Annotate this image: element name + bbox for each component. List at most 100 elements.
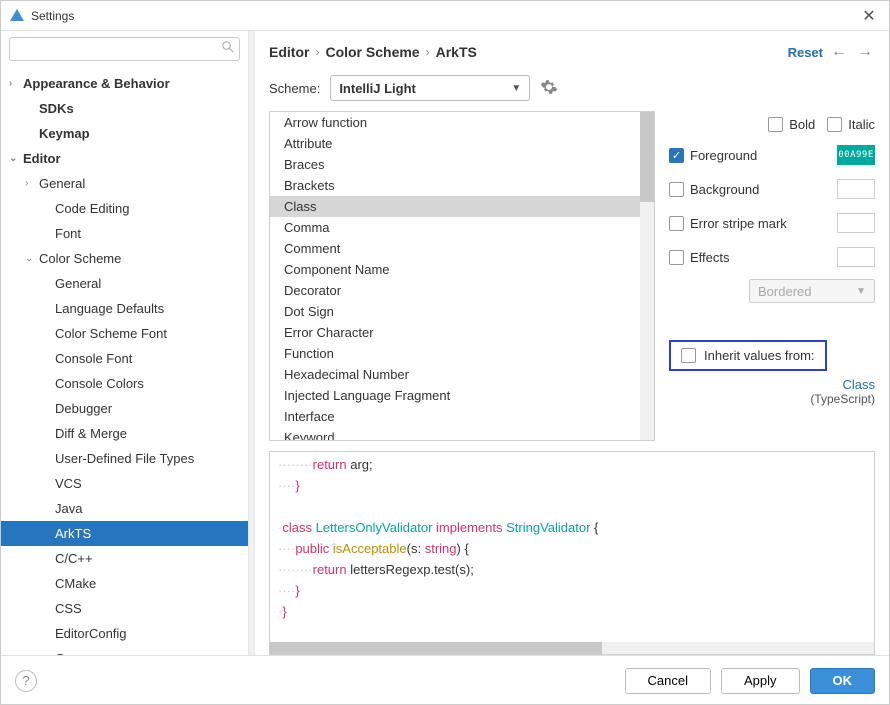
caret-down-icon: ▼ bbox=[511, 83, 521, 94]
tree-item[interactable]: ⌄Editor bbox=[1, 146, 248, 171]
inherit-values-checkbox[interactable]: Inherit values from: bbox=[669, 340, 827, 371]
main-panel: Editor › Color Scheme › ArkTS Reset ← → … bbox=[255, 31, 889, 655]
tree-item[interactable]: Console Colors bbox=[1, 371, 248, 396]
attribute-item[interactable]: Dot Sign bbox=[270, 301, 640, 322]
attribute-item[interactable]: Comma bbox=[270, 217, 640, 238]
tree-item[interactable]: Diff & Merge bbox=[1, 421, 248, 446]
tree-item-label: VCS bbox=[55, 476, 82, 491]
window-title: Settings bbox=[31, 9, 857, 23]
tree-item[interactable]: Keymap bbox=[1, 121, 248, 146]
inherit-source-sub: (TypeScript) bbox=[669, 392, 875, 406]
tree-item[interactable]: SDKs bbox=[1, 96, 248, 121]
tree-item[interactable]: CMake bbox=[1, 571, 248, 596]
tree-item-label: CSS bbox=[55, 601, 82, 616]
attribute-item[interactable]: Arrow function bbox=[270, 112, 640, 133]
attribute-item[interactable]: Braces bbox=[270, 154, 640, 175]
tree-item-label: Appearance & Behavior bbox=[23, 76, 170, 91]
error-stripe-swatch[interactable] bbox=[837, 213, 875, 233]
foreground-checkbox[interactable]: ✓Foreground bbox=[669, 148, 757, 163]
scrollbar-horizontal[interactable] bbox=[270, 642, 874, 654]
tree-item-label: C/C++ bbox=[55, 551, 93, 566]
code-preview[interactable]: ········return arg; ····} ·class Letters… bbox=[269, 451, 875, 655]
tree-item-label: Diff & Merge bbox=[55, 426, 127, 441]
crumb-arkts: ArkTS bbox=[436, 44, 477, 60]
search-icon bbox=[222, 41, 234, 53]
error-stripe-checkbox[interactable]: Error stripe mark bbox=[669, 216, 787, 231]
chevron-down-icon: ⌄ bbox=[9, 153, 23, 164]
tree-item-label: Debugger bbox=[55, 401, 112, 416]
background-checkbox[interactable]: Background bbox=[669, 182, 759, 197]
tree-item[interactable]: User-Defined File Types bbox=[1, 446, 248, 471]
bold-checkbox[interactable]: Bold bbox=[768, 117, 815, 132]
tree-item[interactable]: C/C++ bbox=[1, 546, 248, 571]
tree-item[interactable]: Language Defaults bbox=[1, 296, 248, 321]
tree-item[interactable]: Font bbox=[1, 221, 248, 246]
scrollbar-thumb[interactable] bbox=[640, 112, 654, 202]
scheme-select[interactable]: IntelliJ Light ▼ bbox=[330, 75, 530, 101]
attribute-item[interactable]: Interface bbox=[270, 406, 640, 427]
tree-item[interactable]: Java bbox=[1, 496, 248, 521]
forward-button[interactable]: → bbox=[855, 43, 875, 61]
settings-tree[interactable]: ›Appearance & BehaviorSDKsKeymap⌄Editor›… bbox=[1, 67, 248, 655]
background-swatch[interactable] bbox=[837, 179, 875, 199]
tree-item-label: Editor bbox=[23, 151, 61, 166]
tree-item[interactable]: EditorConfig bbox=[1, 621, 248, 646]
attribute-item[interactable]: Keyword bbox=[270, 427, 640, 440]
tree-item[interactable]: ArkTS bbox=[1, 521, 248, 546]
attribute-item[interactable]: Injected Language Fragment bbox=[270, 385, 640, 406]
attribute-item[interactable]: Brackets bbox=[270, 175, 640, 196]
attribute-item[interactable]: Class bbox=[270, 196, 640, 217]
cancel-button[interactable]: Cancel bbox=[625, 668, 711, 694]
effects-checkbox[interactable]: Effects bbox=[669, 250, 730, 265]
scrollbar-vertical[interactable] bbox=[640, 112, 654, 440]
attribute-item[interactable]: Error Character bbox=[270, 322, 640, 343]
tree-item-label: Font bbox=[55, 226, 81, 241]
tree-item[interactable]: VCS bbox=[1, 471, 248, 496]
tree-item[interactable]: CSS bbox=[1, 596, 248, 621]
tree-item[interactable]: Console Font bbox=[1, 346, 248, 371]
attribute-item[interactable]: Decorator bbox=[270, 280, 640, 301]
tree-item[interactable]: ›General bbox=[1, 171, 248, 196]
help-button[interactable]: ? bbox=[15, 670, 37, 692]
tree-item[interactable]: Code Editing bbox=[1, 196, 248, 221]
tree-item[interactable]: General bbox=[1, 271, 248, 296]
tree-item[interactable]: Groovy bbox=[1, 646, 248, 655]
tree-item-label: Color Scheme Font bbox=[55, 326, 167, 341]
crumb-editor[interactable]: Editor bbox=[269, 44, 309, 60]
scheme-value: IntelliJ Light bbox=[339, 81, 416, 96]
dialog-buttons: ? Cancel Apply OK bbox=[1, 655, 889, 705]
tree-item-label: Language Defaults bbox=[55, 301, 164, 316]
sidebar: ›Appearance & BehaviorSDKsKeymap⌄Editor›… bbox=[1, 31, 249, 655]
scrollbar-thumb[interactable] bbox=[270, 642, 602, 654]
tree-item[interactable]: ⌄Color Scheme bbox=[1, 246, 248, 271]
ok-button[interactable]: OK bbox=[810, 668, 876, 694]
gear-icon[interactable] bbox=[540, 78, 560, 98]
attribute-item[interactable]: Hexadecimal Number bbox=[270, 364, 640, 385]
app-logo-icon bbox=[9, 8, 25, 24]
tree-item[interactable]: Color Scheme Font bbox=[1, 321, 248, 346]
effects-swatch[interactable] bbox=[837, 247, 875, 267]
attribute-item[interactable]: Component Name bbox=[270, 259, 640, 280]
tree-item-label: Console Font bbox=[55, 351, 132, 366]
chevron-right-icon: › bbox=[315, 45, 319, 59]
back-button[interactable]: ← bbox=[829, 43, 849, 61]
apply-button[interactable]: Apply bbox=[721, 668, 800, 694]
tree-item-label: General bbox=[55, 276, 101, 291]
inherit-source-link[interactable]: Class bbox=[669, 377, 875, 392]
foreground-swatch[interactable]: 00A99E bbox=[837, 145, 875, 165]
crumb-color-scheme[interactable]: Color Scheme bbox=[325, 44, 419, 60]
tree-item-label: Console Colors bbox=[55, 376, 144, 391]
color-properties: Bold Italic ✓Foreground 00A99E Backgroun… bbox=[669, 111, 875, 441]
tree-item[interactable]: ›Appearance & Behavior bbox=[1, 71, 248, 96]
search-input[interactable] bbox=[9, 37, 240, 61]
tree-item-label: Code Editing bbox=[55, 201, 129, 216]
reset-link[interactable]: Reset bbox=[788, 45, 823, 60]
attribute-item[interactable]: Function bbox=[270, 343, 640, 364]
attribute-item[interactable]: Comment bbox=[270, 238, 640, 259]
search-wrap bbox=[1, 31, 248, 67]
attribute-item[interactable]: Attribute bbox=[270, 133, 640, 154]
close-icon[interactable]: ✕ bbox=[857, 6, 881, 26]
italic-checkbox[interactable]: Italic bbox=[827, 117, 875, 132]
tree-item-label: ArkTS bbox=[55, 526, 91, 541]
tree-item[interactable]: Debugger bbox=[1, 396, 248, 421]
